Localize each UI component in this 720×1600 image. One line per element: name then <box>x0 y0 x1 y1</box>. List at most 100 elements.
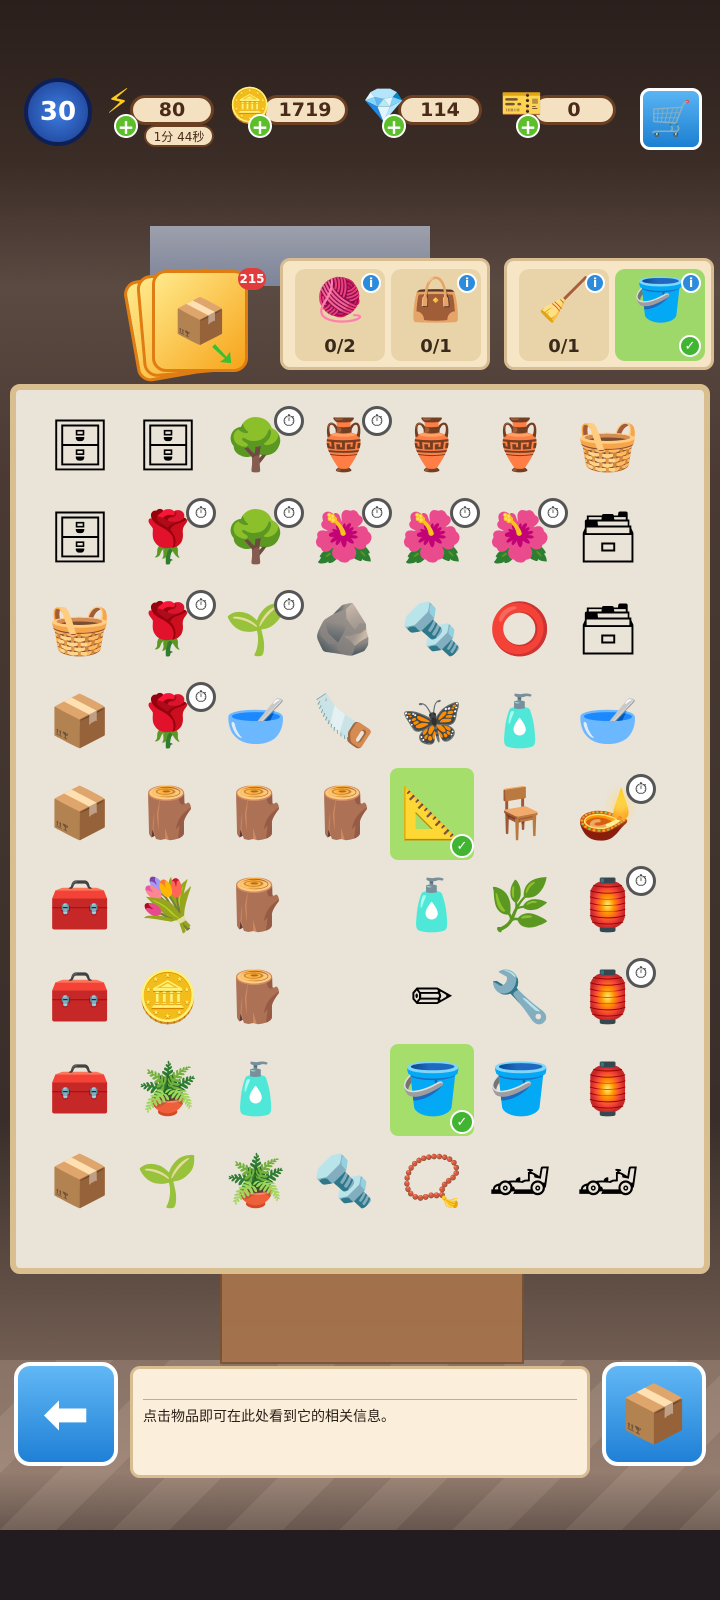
board-cell-empty[interactable] <box>654 400 720 492</box>
info-icon[interactable]: i <box>585 273 605 293</box>
board-cell-lantern-kit[interactable]: 🏮 ⏱ <box>566 952 656 1044</box>
board-cell-empty[interactable] <box>654 768 720 860</box>
board-cell-toolbox-blue[interactable]: 🧰 <box>38 860 122 952</box>
board-cell-lantern[interactable]: 🏮 ⏱ <box>566 860 656 952</box>
order-panel-2[interactable]: 🧹 i 0/1 🪣 i ✓ <box>504 258 714 370</box>
board-cell-screw-crate[interactable]: 📦 <box>38 676 122 768</box>
board-cell-empty[interactable] <box>654 952 720 1044</box>
info-icon[interactable]: i <box>681 273 701 293</box>
board-cell-clay-lamp[interactable]: 🪔 ⏱ <box>566 768 656 860</box>
item-deck[interactable]: 📦 215 ➘ <box>121 258 266 384</box>
screw-crate-icon: 📦 <box>48 692 112 750</box>
board-cell-empty[interactable] <box>654 1136 720 1228</box>
board-cell-blue-vase[interactable]: 🏺 <box>478 400 562 492</box>
board-cell-tool-basket[interactable]: 🧺 <box>38 584 122 676</box>
board-cell-moth[interactable]: 🦋 <box>390 676 474 768</box>
board-cell-potted-plant[interactable]: 🪴 <box>126 1044 210 1136</box>
board-cell-vase[interactable]: 🏺 ⏱ <box>302 400 392 492</box>
board-cell-empty[interactable] <box>302 952 386 1044</box>
info-icon[interactable]: i <box>457 273 477 293</box>
gem-counter[interactable]: 114 <box>398 95 482 125</box>
board-cell-race-car[interactable]: 🏎 <box>566 1136 650 1228</box>
board-cell-open-cabinet[interactable]: 🗄 <box>126 400 210 492</box>
board-cell-locked-cabinet[interactable]: 🗄 <box>38 492 122 584</box>
board-cell-screws[interactable]: 🔩 <box>302 1136 386 1228</box>
board-cell-empty[interactable] <box>654 676 720 768</box>
board-cell-wood-block[interactable]: 🪵 <box>214 860 298 952</box>
board-cell-logs[interactable]: 🪵 <box>126 768 210 860</box>
board-cell-lockets[interactable]: 📿 <box>390 1136 474 1228</box>
board-cell-empty[interactable] <box>302 860 386 952</box>
board-cell-toolbox-red[interactable]: 🧰 <box>38 1044 122 1136</box>
info-icon[interactable]: i <box>361 273 381 293</box>
energy-counter[interactable]: 80 <box>130 95 214 125</box>
board-cell-screw-crate[interactable]: 📦 <box>38 768 122 860</box>
board-cell-planks[interactable]: 🪵 <box>214 768 298 860</box>
add-coins-button[interactable]: + <box>248 114 272 138</box>
board-cell-clay-bowl[interactable]: 🥣 <box>566 676 650 768</box>
board-cell-tree[interactable]: 🌳 ⏱ <box>214 492 304 584</box>
order-requirement[interactable]: 👜 i 0/1 <box>391 269 481 361</box>
board-cell-empty[interactable] <box>654 1044 720 1136</box>
board-cell-soap-bottle[interactable]: 🧴 <box>214 1044 298 1136</box>
paint-bucket-icon: 🪣 <box>488 1060 552 1118</box>
board-cell-sapling[interactable]: 🌱 ⏱ <box>214 584 304 676</box>
board-cell-wood-drawers[interactable]: 🗃 <box>566 492 650 584</box>
order-requirement[interactable]: 🧹 i 0/1 <box>519 269 609 361</box>
board-cell-paint-bucket[interactable]: 🪣 <box>478 1044 562 1136</box>
board-cell-rose-bush[interactable]: 🌹 ⏱ <box>126 676 216 768</box>
board-cell-log[interactable]: 🪵 <box>302 768 386 860</box>
board-cell-seed-pot[interactable]: 🌱 <box>126 1136 210 1228</box>
board-cell-blue-vase[interactable]: 🏺 <box>390 400 474 492</box>
storage-box-button[interactable]: 📦 <box>602 1362 706 1466</box>
board-cell-cabinet[interactable]: 🗄 <box>38 400 122 492</box>
board-cell-soil-pot[interactable]: 🪴 <box>214 1136 298 1228</box>
board-cell-gravel[interactable]: 🪨 <box>302 584 386 676</box>
board-cell-tree[interactable]: 🌳 ⏱ <box>214 400 304 492</box>
order-panel-1[interactable]: 🧶 i 0/2 👜 i 0/1 <box>280 258 490 370</box>
player-level-badge[interactable]: 30 <box>24 78 92 146</box>
board-cell-seedling[interactable]: 🌿 <box>478 860 562 952</box>
board-cell-fruit-dresser[interactable]: 🧺 <box>566 400 650 492</box>
board-cell-flower-pot[interactable]: 🌺 ⏱ <box>302 492 392 584</box>
board-cell-empty[interactable] <box>654 860 720 952</box>
board-cell-flower-pot[interactable]: 🌺 ⏱ <box>478 492 568 584</box>
board-cell-lantern-spool[interactable]: 🏮 <box>566 1044 650 1136</box>
order-requirement[interactable]: 🪣 i ✓ <box>615 269 705 361</box>
board-cell-plank-stack[interactable]: 🪵 <box>214 952 298 1044</box>
board-cell-toolbox-blue[interactable]: 🧰 <box>38 952 122 1044</box>
board-cell-empty[interactable] <box>654 492 720 584</box>
board-cell-empty[interactable] <box>302 1044 386 1136</box>
board-cell-gold-coins[interactable]: 🪙 <box>126 952 210 1044</box>
board-cell-pencil[interactable]: ✏ <box>390 952 474 1044</box>
add-tickets-button[interactable]: + <box>516 114 540 138</box>
board-cell-set-square[interactable]: 📐 ✓ <box>390 768 474 860</box>
add-gems-button[interactable]: + <box>382 114 406 138</box>
board-cell-spray-bottle[interactable]: 🧴 <box>390 860 474 952</box>
board-cell-pink-bowl[interactable]: 🥣 <box>214 676 298 768</box>
board-cell-table-saw[interactable]: 🪚 <box>302 676 386 768</box>
board-cell-race-car[interactable]: 🏎 <box>478 1136 562 1228</box>
board-cell-pink-bucket[interactable]: 🪣 ✓ <box>390 1044 474 1136</box>
drill-bit-icon: 🔩 <box>400 600 464 658</box>
board-cell-drill-bit[interactable]: 🔩 <box>390 584 474 676</box>
shop-cart-button[interactable]: 🛒 <box>640 88 702 150</box>
board-cell-empty[interactable] <box>654 584 720 676</box>
ticket-counter[interactable]: 0 <box>532 95 616 125</box>
order-requirement[interactable]: 🧶 i 0/2 <box>295 269 385 361</box>
board-cell-rose-bush[interactable]: 🌹 ⏱ <box>126 584 216 676</box>
wrench-icon: 🔧 <box>488 968 552 1026</box>
back-button[interactable]: ⬅ <box>14 1362 118 1466</box>
add-energy-button[interactable]: + <box>114 114 138 138</box>
board-cell-flower-pot[interactable]: 🌺 ⏱ <box>390 492 480 584</box>
board-cell-rose-bush[interactable]: 🌹 ⏱ <box>126 492 216 584</box>
board-cell-stool[interactable]: 🪑 <box>478 768 562 860</box>
board-cell-cleaner-bottle[interactable]: 🧴 <box>478 676 562 768</box>
gem-value: 114 <box>420 99 460 121</box>
coin-counter[interactable]: 1719 <box>262 95 348 125</box>
board-cell-wrench[interactable]: 🔧 <box>478 952 562 1044</box>
board-cell-stone-ring[interactable]: ⭕ <box>478 584 562 676</box>
board-cell-wood-drawers[interactable]: 🗃 <box>566 584 650 676</box>
board-cell-pink-flowers[interactable]: 💐 <box>126 860 210 952</box>
board-cell-wood-box[interactable]: 📦 <box>38 1136 122 1228</box>
